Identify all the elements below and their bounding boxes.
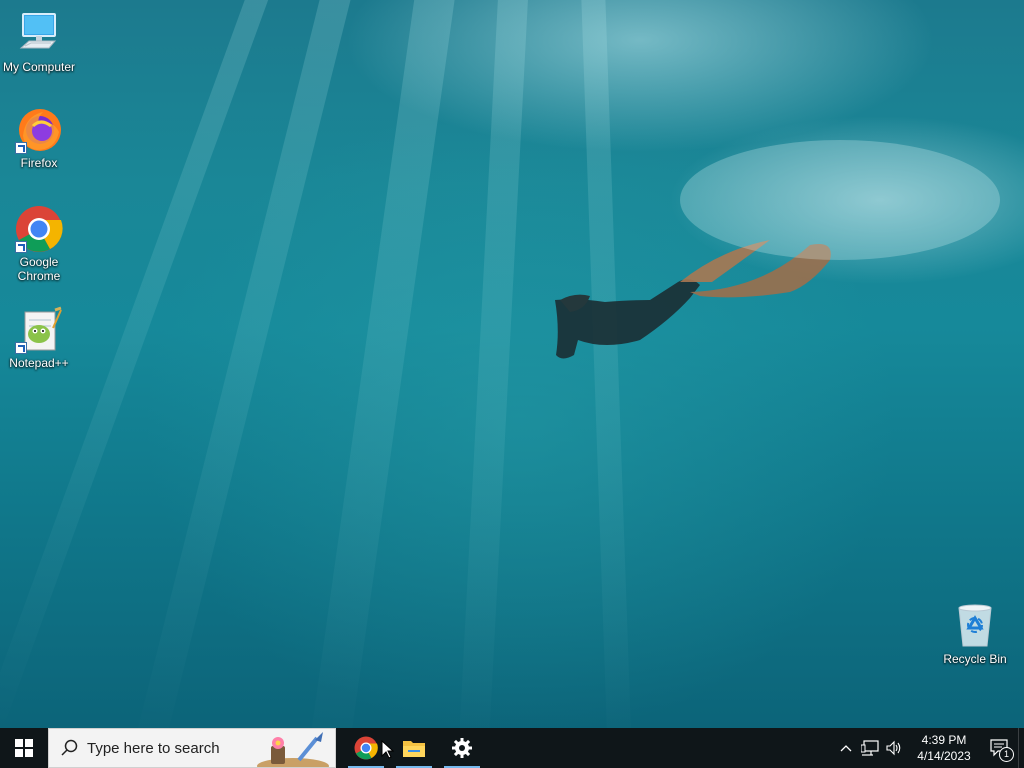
desktop-icon-label: My Computer [2, 60, 76, 74]
desktop-icon-label: Google Chrome [17, 255, 61, 283]
desktop-icon-my-computer[interactable]: My Computer [1, 10, 77, 74]
network-icon [861, 740, 879, 756]
firefox-icon [15, 106, 63, 154]
mouse-pointer-icon [381, 740, 395, 759]
chevron-up-icon [840, 745, 852, 752]
taskbar-app-file-explorer[interactable] [390, 728, 438, 768]
taskbar-app-settings[interactable] [438, 728, 486, 768]
shortcut-arrow-icon [15, 142, 27, 154]
notepad-plus-plus-icon [15, 306, 63, 354]
action-center-button[interactable]: 1 [982, 728, 1018, 768]
shortcut-arrow-icon [15, 241, 27, 253]
desktop-icon-google-chrome[interactable]: Google Chrome [1, 205, 77, 283]
desktop-icon-firefox[interactable]: Firefox [1, 106, 77, 170]
desktop-icon-label: Recycle Bin [943, 652, 1007, 666]
recycle-bin-icon [951, 602, 999, 650]
system-tray: 4:39 PM 4/14/2023 1 [834, 728, 1024, 768]
desktop-icon-label: Firefox [20, 156, 58, 170]
windows-logo-icon [15, 739, 33, 757]
desktop-icon-recycle-bin[interactable]: Recycle Bin [937, 602, 1013, 666]
network-button[interactable] [858, 728, 882, 768]
taskbar-clock[interactable]: 4:39 PM 4/14/2023 [906, 728, 982, 768]
volume-button[interactable] [882, 728, 906, 768]
speaker-icon [886, 740, 901, 756]
start-button[interactable] [0, 728, 48, 768]
taskbar: Type here to search 4:39 PM 4/14/2023 1 [0, 728, 1024, 768]
chrome-icon [354, 736, 378, 760]
freediver-silhouette [555, 140, 1000, 359]
folder-icon [403, 741, 425, 757]
notification-count-badge: 1 [999, 747, 1014, 762]
clock-time: 4:39 PM [921, 733, 967, 747]
desktop-icon-notepad-plus-plus[interactable]: Notepad++ [1, 306, 77, 370]
clock-date: 4/14/2023 [917, 749, 971, 763]
chrome-icon [15, 205, 63, 253]
show-desktop-button[interactable] [1018, 728, 1024, 768]
desktop-wallpaper: My Computer Firefox Google Chrome Notepa… [0, 0, 1024, 728]
search-box[interactable]: Type here to search [48, 728, 336, 768]
search-highlight-illustration [257, 732, 329, 767]
desktop-icon-label: Notepad++ [9, 356, 69, 370]
gear-icon [452, 738, 472, 758]
search-placeholder: Type here to search [87, 739, 220, 757]
shortcut-arrow-icon [15, 342, 27, 354]
computer-icon [15, 10, 63, 58]
show-hidden-icons-button[interactable] [834, 728, 858, 768]
search-icon [61, 739, 78, 756]
